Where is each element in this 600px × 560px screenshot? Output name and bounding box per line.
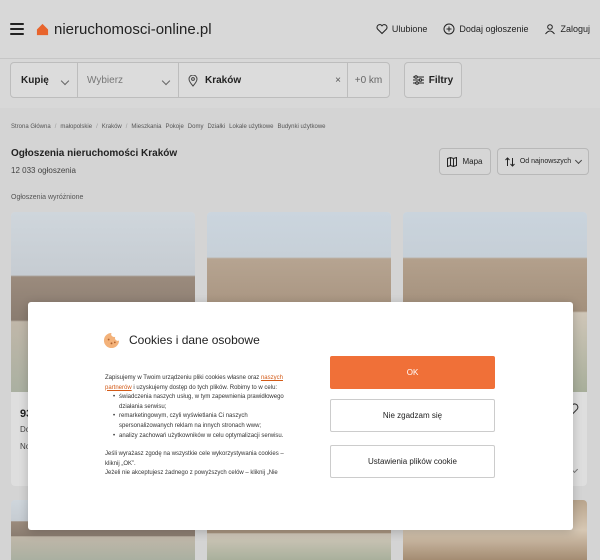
radius-value: +0 km bbox=[354, 74, 383, 86]
breadcrumb-item[interactable]: Strona Główna bbox=[11, 124, 51, 130]
sort-icon bbox=[504, 156, 515, 167]
map-button[interactable]: Mapa bbox=[439, 148, 491, 175]
favorites-label: Ulubione bbox=[391, 24, 428, 34]
breadcrumb-item[interactable]: Działki bbox=[207, 124, 225, 130]
map-label: Mapa bbox=[462, 157, 483, 166]
breadcrumb-item[interactable]: Mieszkania bbox=[131, 124, 161, 130]
page-title: Ogłoszenia nieruchomości Kraków bbox=[11, 148, 178, 159]
chevron-down-icon bbox=[60, 76, 70, 86]
category-select[interactable]: Wybierz bbox=[77, 62, 179, 98]
intro-text-cont: i uzyskujemy dostęp do tych plików. Robi… bbox=[131, 384, 278, 391]
sort-select[interactable]: Od najnowszych bbox=[497, 148, 589, 175]
cookie-consent-modal: Cookies i dane osobowe Zapisujemy w Twoi… bbox=[28, 302, 573, 530]
purpose-list: świadczenia naszych usług, w tym zapewni… bbox=[105, 393, 299, 441]
heart-icon bbox=[376, 24, 388, 35]
reject-info-text: Jeżeli nie akceptujesz żadnego z powyższ… bbox=[105, 470, 278, 477]
featured-label: Ogłoszenia wyróżnione bbox=[11, 194, 84, 201]
cookie-icon bbox=[103, 332, 120, 349]
favorites-link[interactable]: Ulubione bbox=[376, 23, 428, 35]
radius-select[interactable]: +0 km bbox=[347, 62, 390, 98]
listing-count: 12 033 ogłoszenia bbox=[11, 166, 76, 175]
list-item: analizy zachowań użytkowników w celu opt… bbox=[113, 432, 299, 442]
sort-label: Od najnowszych bbox=[519, 158, 572, 165]
intro-text: Zapisujemy w Twoim urządzeniu pliki cook… bbox=[105, 375, 261, 381]
category-placeholder: Wybierz bbox=[87, 74, 124, 86]
chevron-down-icon bbox=[161, 76, 171, 86]
location-value: Kraków bbox=[205, 74, 242, 86]
consent-text: Jeśli wyrażasz zgodę na wszystkie cele w… bbox=[105, 451, 284, 467]
breadcrumb-item[interactable]: Domy bbox=[188, 124, 204, 130]
transaction-type-select[interactable]: Kupię bbox=[10, 62, 78, 98]
list-item: świadczenia naszych usług, w tym zapewni… bbox=[113, 393, 299, 412]
sliders-icon bbox=[412, 75, 424, 85]
ok-button[interactable]: OK bbox=[330, 356, 495, 389]
breadcrumb-item[interactable]: Budynki użytkowe bbox=[278, 124, 326, 130]
location-input[interactable]: Kraków × bbox=[178, 62, 348, 98]
logo-text: nieruchomosci-online.pl bbox=[54, 20, 212, 38]
location-pin-icon bbox=[188, 75, 198, 87]
site-header: nieruchomosci-online.pl Ulubione Dodaj o… bbox=[0, 0, 600, 58]
add-listing-link[interactable]: Dodaj ogłoszenie bbox=[443, 23, 528, 35]
list-item: remarketingowym, czyli wyświetlania Ci n… bbox=[113, 412, 299, 431]
plus-circle-icon bbox=[443, 23, 455, 35]
breadcrumb-item[interactable]: Kraków bbox=[102, 124, 122, 130]
transaction-type-value: Kupię bbox=[21, 74, 49, 86]
modal-body: Zapisujemy w Twoim urządzeniu pliki cook… bbox=[105, 374, 299, 479]
cookie-settings-button[interactable]: Ustawienia plików cookie bbox=[330, 445, 495, 478]
chevron-down-icon bbox=[575, 156, 583, 164]
add-listing-label: Dodaj ogłoszenie bbox=[459, 24, 529, 34]
breadcrumb-item[interactable]: małopolskie bbox=[60, 124, 92, 130]
login-label: Zaloguj bbox=[560, 24, 590, 34]
filters-label: Filtry bbox=[428, 74, 454, 86]
logo[interactable]: nieruchomosci-online.pl bbox=[36, 21, 212, 38]
search-bar: Kupię Wybierz Kraków × +0 km Filtry bbox=[0, 58, 600, 108]
reject-button[interactable]: Nie zgadzam się bbox=[330, 399, 495, 432]
breadcrumb: Strona Główna / małopolskie / Kraków / Mies… bbox=[11, 124, 326, 130]
house-logo-icon bbox=[36, 23, 49, 35]
menu-icon[interactable] bbox=[10, 23, 24, 35]
breadcrumb-item[interactable]: Pokoje bbox=[165, 124, 183, 130]
map-icon bbox=[447, 156, 458, 167]
breadcrumb-item[interactable]: Lokale użytkowe bbox=[229, 124, 273, 130]
filters-button[interactable]: Filtry bbox=[404, 62, 462, 98]
user-icon bbox=[545, 24, 556, 35]
modal-title: Cookies i dane osobowe bbox=[129, 333, 260, 347]
login-link[interactable]: Zaloguj bbox=[544, 23, 590, 35]
clear-location-icon[interactable]: × bbox=[335, 75, 341, 86]
